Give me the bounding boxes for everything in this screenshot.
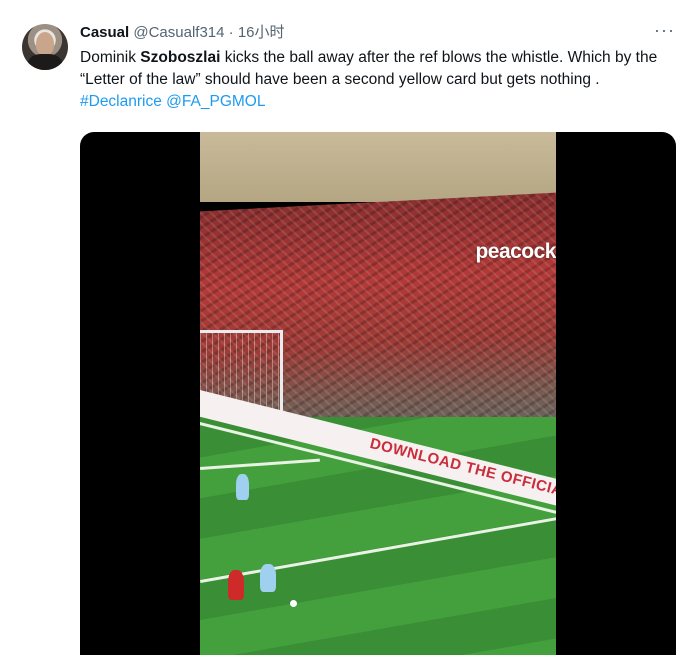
background-wall bbox=[200, 132, 556, 202]
tweet-text-bold-name: Szoboszlai bbox=[140, 49, 221, 66]
tweet-timestamp[interactable]: 16小时 bbox=[238, 24, 285, 41]
more-options-icon[interactable]: ··· bbox=[654, 21, 675, 39]
football-ball bbox=[290, 600, 297, 607]
tweet-video[interactable]: peacock DOWNLOAD THE OFFICIAL bbox=[80, 132, 676, 655]
video-frame[interactable]: peacock DOWNLOAD THE OFFICIAL bbox=[200, 132, 556, 655]
tweet-text: Dominik Szoboszlai kicks the ball away a… bbox=[80, 47, 680, 113]
avatar-face bbox=[36, 32, 54, 56]
author-name[interactable]: Casual bbox=[80, 24, 129, 41]
avatar-body bbox=[28, 54, 62, 70]
separator-dot: · bbox=[228, 24, 234, 41]
tweet-header: Casual @Casualf314 · 16小时 bbox=[80, 23, 285, 43]
player-figure bbox=[228, 570, 244, 600]
tweet-text-part: Dominik bbox=[80, 49, 141, 66]
player-figure bbox=[236, 474, 249, 500]
broadcaster-logo: peacock bbox=[475, 240, 556, 263]
author-handle[interactable]: @Casualf314 bbox=[133, 24, 224, 41]
player-figure bbox=[260, 564, 276, 592]
author-avatar[interactable] bbox=[22, 24, 68, 70]
hashtag-link[interactable]: #Declanrice bbox=[80, 93, 162, 110]
mention-link[interactable]: @FA_PGMOL bbox=[166, 93, 265, 110]
